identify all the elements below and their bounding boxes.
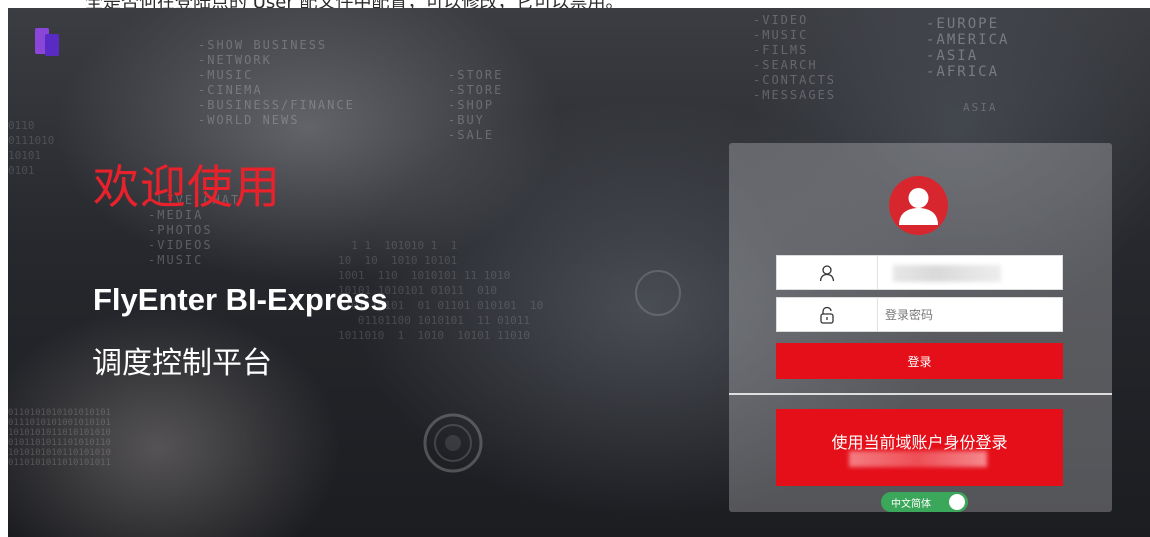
domain-login-label: 使用当前域账户身份登录 bbox=[831, 433, 1008, 452]
background-regions: -EUROPE -AMERICA -ASIA -AFRICA bbox=[926, 16, 1010, 80]
background-binary-hand: 0110101010101010101 0111010101001010101 … bbox=[8, 408, 111, 468]
background-menu-center: -STORE -STORE -SHOP -BUY -SALE bbox=[448, 68, 504, 142]
domain-login-button[interactable]: 使用当前域账户身份登录 bbox=[776, 409, 1063, 486]
platform-subtitle: 调度控制平台 bbox=[92, 346, 272, 381]
login-page: -SHOW BUSINESS -NETWORK -MUSIC -CINEMA -… bbox=[8, 8, 1150, 537]
username-value-redacted bbox=[893, 265, 1001, 282]
domain-account-redacted bbox=[849, 451, 987, 467]
background-menu-right: -VIDEO -MUSIC -FILMS -SEARCH -CONTACTS -… bbox=[753, 13, 837, 102]
lock-icon bbox=[777, 298, 878, 331]
user-icon bbox=[777, 256, 878, 289]
user-avatar-icon bbox=[889, 176, 948, 235]
login-panel: 登录 使用当前域账户身份登录 中文简体 bbox=[729, 143, 1112, 512]
background-menu-left: -SHOW BUSINESS -NETWORK -MUSIC -CINEMA -… bbox=[198, 38, 355, 127]
toggle-knob bbox=[949, 494, 965, 510]
panel-divider bbox=[729, 393, 1112, 395]
background-binary-left: 0110 0111010 10101 0101 bbox=[8, 119, 55, 177]
background-circle-small-icon bbox=[635, 270, 681, 316]
username-field[interactable] bbox=[776, 255, 1063, 290]
product-name: FlyEnter BI-Express bbox=[93, 282, 388, 317]
login-button[interactable]: 登录 bbox=[776, 343, 1063, 379]
top-notice-text: 全是否何在登陆点的 User 配文件中配置，可以修改，它可以禁用。 bbox=[85, 0, 623, 8]
language-toggle[interactable]: 中文简体 bbox=[881, 492, 968, 512]
top-notice-strip: 全是否何在登陆点的 User 配文件中配置，可以修改，它可以禁用。 bbox=[0, 0, 1150, 8]
password-input[interactable] bbox=[885, 302, 1055, 327]
background-circle-icon bbox=[423, 413, 483, 473]
background-region-label: ASIA bbox=[963, 101, 998, 114]
app-logo bbox=[35, 28, 59, 56]
welcome-heading: 欢迎使用 bbox=[93, 160, 281, 214]
password-field[interactable] bbox=[776, 297, 1063, 332]
language-label: 中文简体 bbox=[891, 499, 931, 510]
